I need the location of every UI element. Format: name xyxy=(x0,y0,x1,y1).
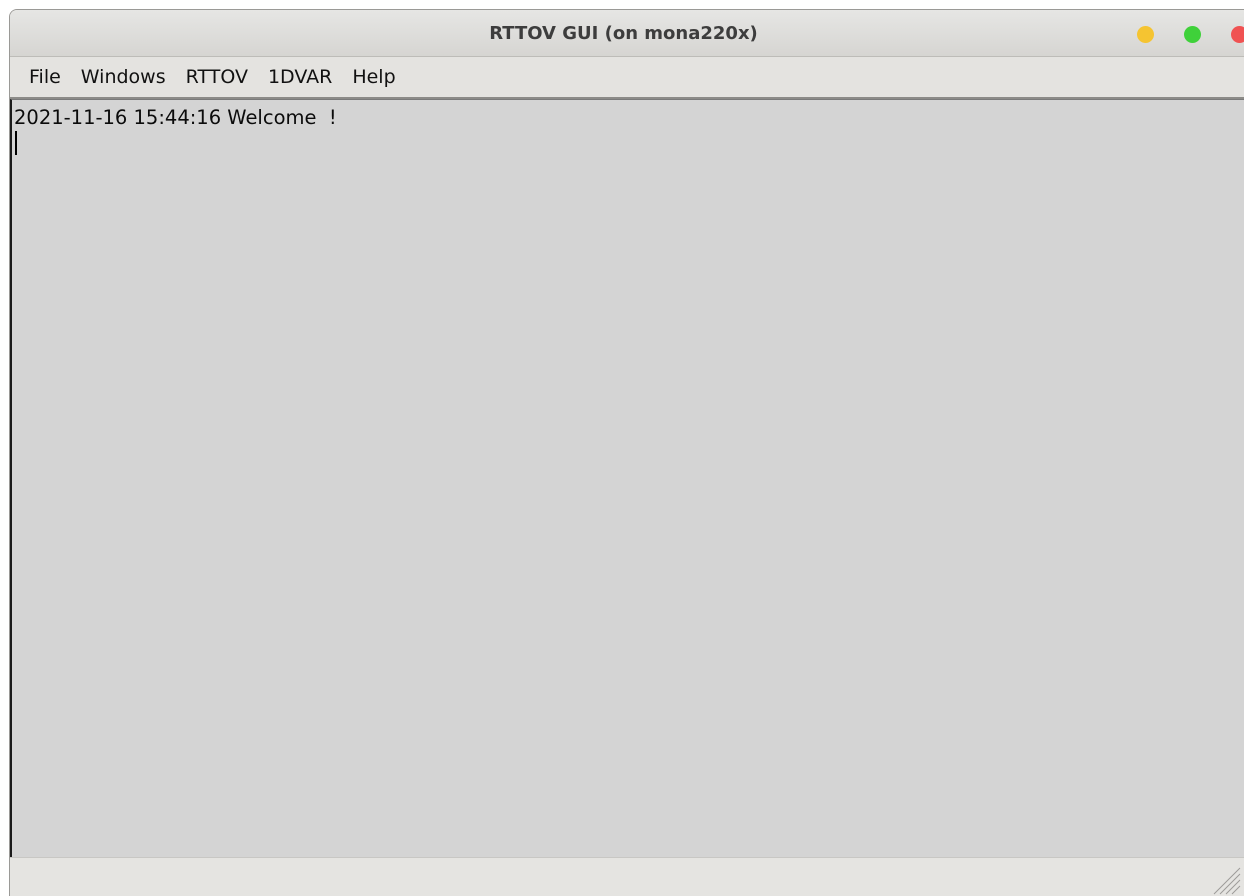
main-window: RTTOV GUI (on mona220x) File Windows RTT… xyxy=(9,9,1244,896)
close-icon[interactable] xyxy=(1231,25,1244,43)
menu-1dvar[interactable]: 1DVAR xyxy=(258,61,342,93)
resize-grip-icon[interactable] xyxy=(1211,865,1241,895)
log-text-area[interactable]: 2021-11-16 15:44:16 Welcome ! xyxy=(10,99,1244,857)
minimize-icon[interactable] xyxy=(1137,25,1154,43)
menu-file[interactable]: File xyxy=(19,61,71,93)
status-bar xyxy=(10,857,1244,896)
menu-bar: File Windows RTTOV 1DVAR Help xyxy=(10,57,1244,99)
title-bar[interactable]: RTTOV GUI (on mona220x) xyxy=(10,10,1244,57)
window-title: RTTOV GUI (on mona220x) xyxy=(489,22,758,44)
maximize-icon[interactable] xyxy=(1184,25,1201,43)
menu-rttov[interactable]: RTTOV xyxy=(176,61,258,93)
menu-help[interactable]: Help xyxy=(342,61,405,93)
text-cursor xyxy=(15,131,17,155)
window-controls xyxy=(1107,25,1244,43)
log-line: 2021-11-16 15:44:16 Welcome ! xyxy=(14,106,337,129)
menu-windows[interactable]: Windows xyxy=(71,61,176,93)
